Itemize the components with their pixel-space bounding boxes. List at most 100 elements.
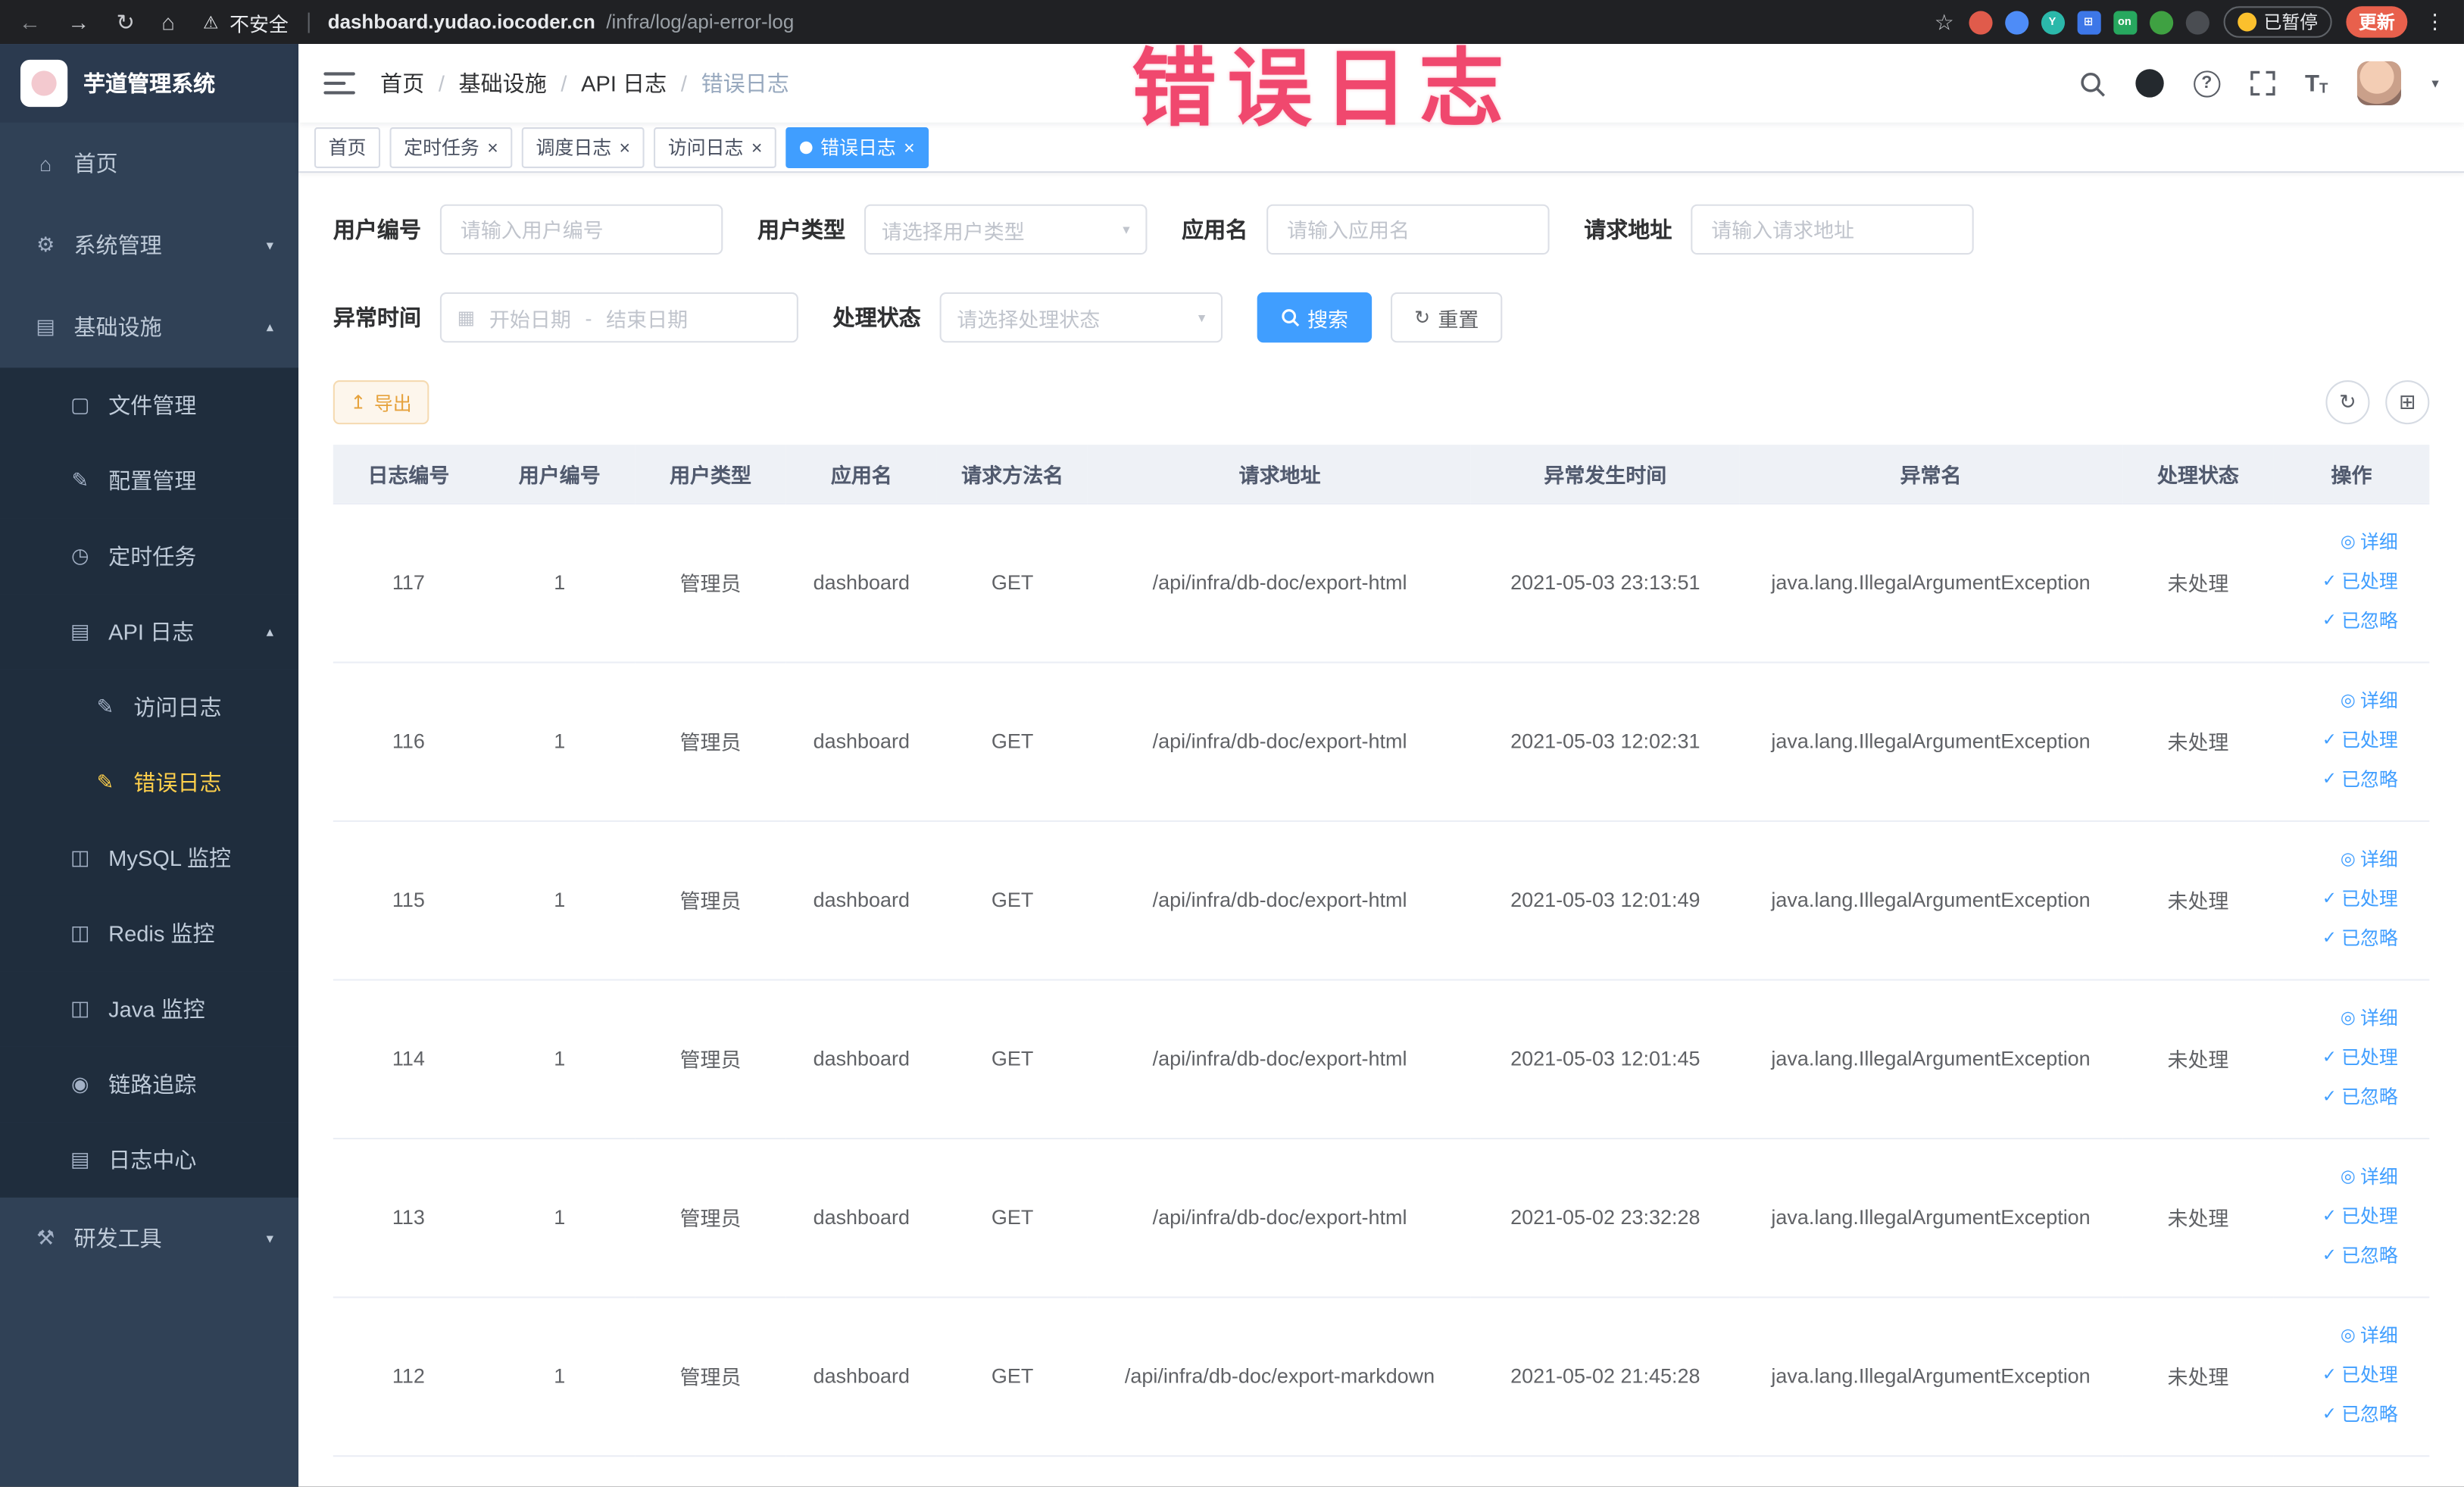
browser-right: ☆ Y ⊞ on 已暂停 更新 ⋮: [1935, 6, 2445, 38]
column-settings-button[interactable]: ⊞: [2385, 380, 2430, 425]
sidebar-item-trace[interactable]: ◉ 链路追踪: [0, 1046, 299, 1123]
fullscreen-icon[interactable]: [2250, 70, 2275, 96]
sidebar-item-devtools[interactable]: ⚒ 研发工具 ▾: [0, 1198, 298, 1279]
app-name-input[interactable]: [1266, 204, 1550, 255]
detail-link[interactable]: ◎ 详细: [2280, 1317, 2398, 1357]
breadcrumb-item[interactable]: 首页: [380, 67, 424, 98]
reload-icon[interactable]: ↻: [117, 8, 135, 35]
user-id-input[interactable]: [439, 204, 723, 255]
processed-link[interactable]: ✓ 已处理: [2280, 721, 2398, 761]
sidebar-item-mysql[interactable]: ◫ MySQL 监控: [0, 820, 299, 896]
avatar-caret-icon[interactable]: ▾: [2431, 75, 2438, 92]
refresh-button[interactable]: ↻: [2325, 380, 2370, 425]
extension-icon-grid[interactable]: ⊞: [2076, 10, 2100, 34]
export-button[interactable]: ↥ 导出: [333, 380, 429, 425]
extension-icon-dark[interactable]: [2184, 10, 2209, 34]
browser-menu-icon[interactable]: ⋮: [2425, 9, 2445, 34]
ignored-link[interactable]: ✓ 已忽略: [2280, 1237, 2398, 1276]
url-cell: /api/infra/db-doc/export-html: [1088, 820, 1472, 980]
sidebar-item-infra[interactable]: ▤ 基础设施 ▴: [0, 286, 298, 368]
close-icon[interactable]: ×: [620, 138, 631, 157]
close-icon[interactable]: ×: [904, 138, 915, 157]
sidebar-item-system[interactable]: ⚙ 系统管理 ▾: [0, 205, 298, 286]
ignored-link[interactable]: ✓ 已忽略: [2280, 602, 2398, 642]
user-id-cell: 1: [484, 502, 636, 663]
extension-icon-teal[interactable]: Y: [2040, 10, 2064, 34]
forward-icon[interactable]: →: [67, 9, 89, 34]
detail-link[interactable]: ◎ 详细: [2280, 999, 2398, 1039]
extension-icon-on[interactable]: on: [2113, 10, 2137, 34]
processed-link[interactable]: ✓ 已处理: [2280, 1198, 2398, 1237]
close-icon[interactable]: ×: [487, 138, 498, 157]
search-icon[interactable]: [2078, 70, 2105, 96]
file-icon: ▢: [70, 392, 90, 417]
font-size-icon[interactable]: TT: [2305, 71, 2328, 95]
processed-link[interactable]: ✓ 已处理: [2280, 1039, 2398, 1078]
update-button[interactable]: 更新: [2346, 6, 2408, 38]
sidebar-item-java[interactable]: ◫ Java 监控: [0, 971, 299, 1047]
address-bar[interactable]: ⚠ 不安全 dashboard.yudao.iocoder.cn/infra/l…: [203, 7, 1935, 36]
processed-link[interactable]: ✓ 已处理: [2280, 880, 2398, 920]
tab-job-log[interactable]: 调度日志 ×: [521, 127, 645, 167]
processed-link[interactable]: ✓ 已处理: [2280, 1356, 2398, 1395]
java-icon: ◫: [70, 996, 90, 1020]
security-label[interactable]: 不安全: [230, 7, 289, 36]
breadcrumb-item[interactable]: API 日志: [581, 67, 667, 98]
request-url-label: 请求地址: [1584, 217, 1672, 242]
home-icon[interactable]: ⌂: [161, 9, 175, 34]
help-icon[interactable]: ?: [2193, 70, 2220, 97]
extension-icon-leaf[interactable]: [2149, 10, 2173, 34]
url-cell: /api/infra/db-doc/export-html: [1088, 502, 1472, 663]
view-icon: ◎: [2340, 1008, 2356, 1028]
detail-link[interactable]: ◎ 详细: [2280, 841, 2398, 880]
app-logo[interactable]: 芋道管理系统: [0, 44, 299, 123]
back-icon[interactable]: ←: [19, 9, 41, 34]
search-button[interactable]: 搜索: [1257, 292, 1373, 343]
reset-button[interactable]: ↻ 重置: [1391, 292, 1503, 343]
sidebar-item-error-log[interactable]: ✎ 错误日志: [0, 745, 299, 820]
user-id-label: 用户编号: [333, 217, 421, 242]
tab-job[interactable]: 定时任务 ×: [389, 127, 513, 167]
ignored-link[interactable]: ✓ 已忽略: [2280, 761, 2398, 800]
tab-home[interactable]: 首页: [314, 127, 381, 167]
sidebar-item-config[interactable]: ✎ 配置管理: [0, 443, 299, 519]
ignored-link[interactable]: ✓ 已忽略: [2280, 1078, 2398, 1117]
detail-link[interactable]: ◎ 详细: [2280, 682, 2398, 721]
breadcrumb-item[interactable]: 基础设施: [459, 67, 547, 98]
id-cell: 115: [333, 820, 485, 980]
detail-link[interactable]: ◎ 详细: [2280, 523, 2398, 563]
tab-label: 调度日志: [536, 136, 612, 159]
tab-access-log[interactable]: 访问日志 ×: [654, 127, 777, 167]
extension-icon-red[interactable]: [1968, 10, 1992, 34]
ignored-link[interactable]: ✓ 已忽略: [2280, 920, 2398, 959]
sidebar-item-api-log[interactable]: ▤ API 日志 ▴: [0, 594, 299, 670]
github-icon[interactable]: [2135, 69, 2164, 98]
detail-link[interactable]: ◎ 详细: [2280, 1158, 2398, 1198]
action-label: 已处理: [2341, 570, 2398, 593]
paused-extension-chip[interactable]: 已暂停: [2222, 6, 2332, 38]
infra-icon: ▤: [36, 314, 55, 339]
bookmark-star-icon[interactable]: ☆: [1935, 8, 1954, 35]
sidebar-item-file[interactable]: ▢ 文件管理: [0, 367, 299, 444]
request-url-input[interactable]: [1691, 204, 1974, 255]
sidebar-item-redis[interactable]: ◫ Redis 监控: [0, 895, 299, 972]
extension-icon-blue[interactable]: [2004, 10, 2028, 34]
view-icon: ◎: [2340, 850, 2356, 870]
sidebar-toggle-icon[interactable]: [323, 72, 355, 95]
chevron-down-icon: ▾: [1123, 220, 1130, 237]
table-row: 113 1 管理员 dashboard GET/api/infra/db-doc/exp…: [333, 1138, 2430, 1298]
table-header-row: 日志编号 用户编号 用户类型 应用名 请求方法名 请求地址 异常发生时间 异常名 处理状态 操作: [333, 445, 2430, 504]
ignored-link[interactable]: ✓ 已忽略: [2280, 1395, 2398, 1435]
processed-link[interactable]: ✓ 已处理: [2280, 563, 2398, 602]
sidebar-item-home[interactable]: ⌂ 首页: [0, 123, 298, 205]
sidebar-item-log-center[interactable]: ▤ 日志中心: [0, 1122, 299, 1198]
tab-error-log[interactable]: 错误日志 ×: [785, 127, 929, 167]
user-type-select[interactable]: 请选择用户类型 ▾: [864, 204, 1148, 255]
process-status-select[interactable]: 请选择处理状态 ▾: [939, 292, 1223, 343]
close-icon[interactable]: ×: [751, 138, 763, 157]
sidebar-item-access-log[interactable]: ✎ 访问日志: [0, 669, 299, 745]
avatar[interactable]: [2357, 61, 2402, 105]
date-range-picker[interactable]: ▦ 开始日期 - 结束日期: [439, 292, 798, 343]
annotation-overlay: 错误日志: [1131, 42, 1515, 137]
sidebar-item-job[interactable]: ◷ 定时任务: [0, 518, 299, 595]
